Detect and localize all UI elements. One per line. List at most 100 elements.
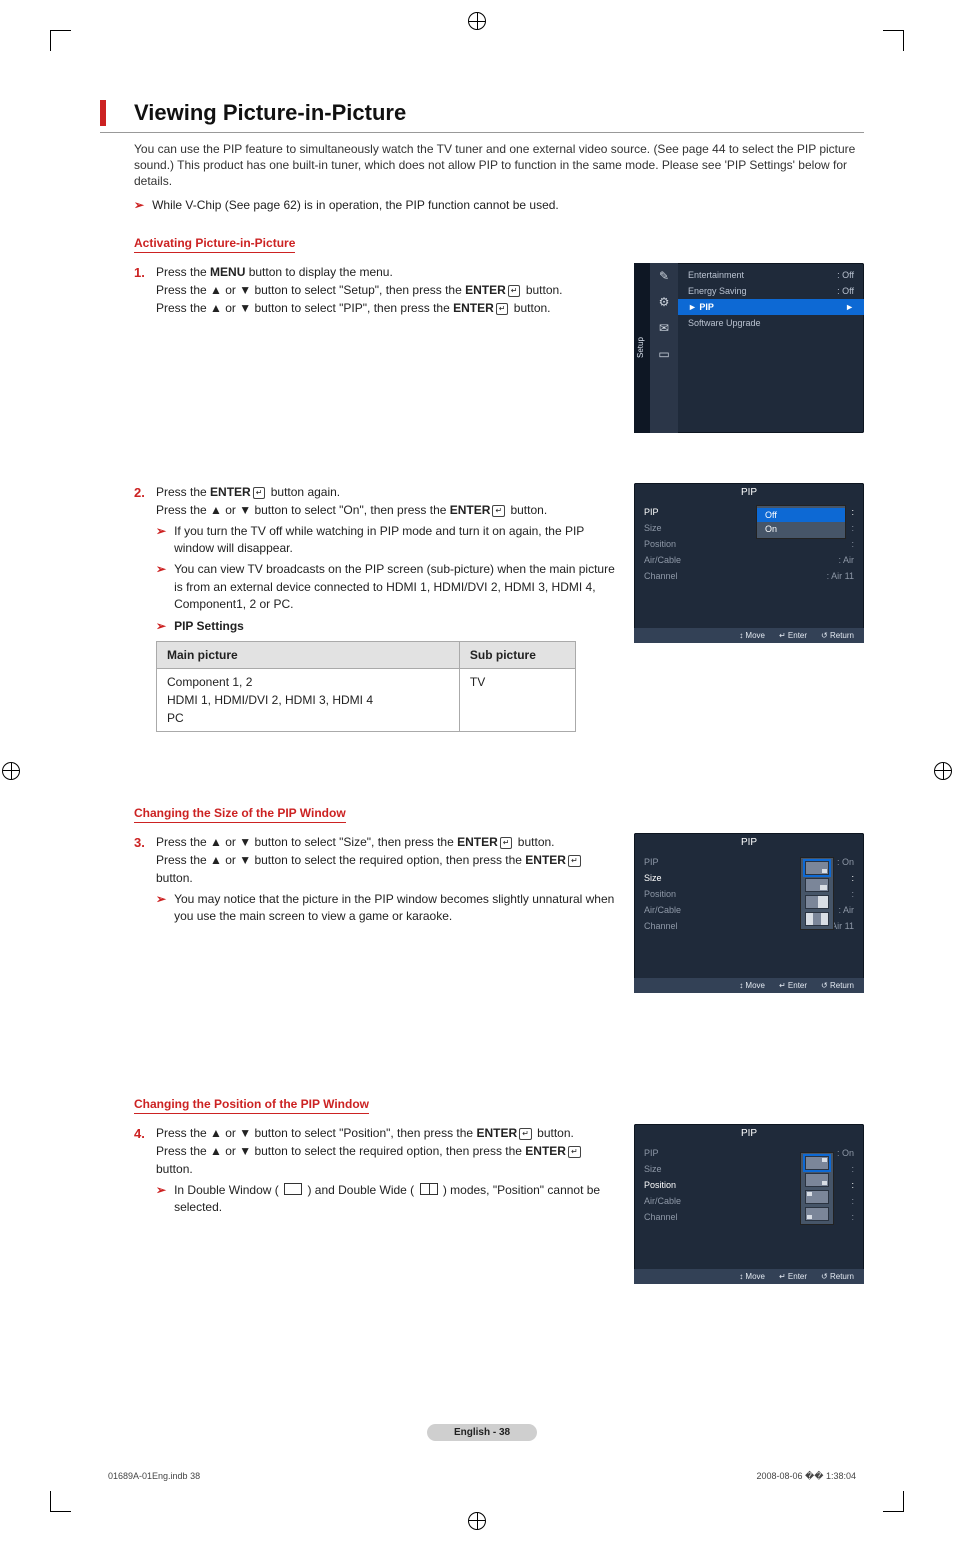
enter-icon: ↵: [519, 1128, 532, 1140]
text: Press the ▲ or ▼ button to select the re…: [156, 1144, 525, 1158]
print-footer: 01689A-01Eng.indb 38 2008-08-06 �� 1:38:…: [108, 1471, 856, 1482]
step4-note: ➢ In Double Window ( ) and Double Wide (…: [156, 1182, 616, 1217]
text: button.: [534, 1126, 574, 1140]
text: button to display the menu.: [245, 265, 392, 279]
osd-row: Entertainment: Off: [686, 267, 856, 283]
table-header-main: Main picture: [157, 641, 460, 668]
step2-note1: ➢If you turn the TV off while watching i…: [156, 523, 616, 558]
subheading-size: Changing the Size of the PIP Window: [134, 806, 346, 823]
menu-label: MENU: [210, 265, 245, 279]
osd-row: Software Upgrade: [686, 315, 856, 331]
text: You may notice that the picture in the P…: [174, 891, 616, 926]
enter-label: ENTER: [450, 503, 491, 517]
step-4: 4. Press the ▲ or ▼ button to select "Po…: [134, 1124, 616, 1178]
osd-popup-position: [800, 1152, 834, 1225]
text: button.: [514, 835, 554, 849]
osd-setup-screenshot: Setup ✎ ⚙ ✉ ▭ Entertainment: Off Energy …: [634, 263, 864, 433]
enter-icon: ↵: [253, 487, 266, 499]
note-bullet-icon: ➢: [134, 198, 144, 212]
text: Press the ▲ or ▼ button to select "PIP",…: [156, 301, 453, 315]
note-bullet-icon: ➢: [156, 561, 166, 613]
text: In Double Window ( ) and Double Wide ( )…: [174, 1182, 616, 1217]
enter-icon: ↵: [500, 837, 513, 849]
enter-icon: ↵: [496, 303, 509, 315]
text: Press the ▲ or ▼ button to select "On", …: [156, 503, 450, 517]
osd-icon: ✉: [659, 321, 669, 335]
position-option: [805, 1156, 829, 1170]
note-bullet-icon: ➢: [156, 1182, 166, 1217]
text: button.: [156, 1162, 193, 1176]
enter-icon: ↵: [568, 855, 581, 867]
text: button.: [522, 283, 562, 297]
osd-popup-size: [800, 857, 834, 930]
note-bullet-icon: ➢: [156, 618, 166, 635]
size-option: [805, 861, 829, 875]
osd-title: PIP: [634, 833, 864, 852]
text: If you turn the TV off while watching in…: [174, 523, 616, 558]
step-3: 3. Press the ▲ or ▼ button to select "Si…: [134, 833, 616, 887]
osd-icon: ▭: [658, 347, 669, 361]
top-note: ➢ While V-Chip (See page 62) is in opera…: [134, 198, 864, 212]
step-number: 3.: [134, 833, 156, 887]
osd-popup-onoff: Off On: [756, 505, 846, 539]
table-cell-sub: TV: [459, 668, 575, 731]
table-header-sub: Sub picture: [459, 641, 575, 668]
osd-option-on: On: [757, 522, 845, 536]
osd-option-off: Off: [757, 508, 845, 522]
osd-row: Channel: Air 11: [644, 568, 854, 584]
step-2: 2. Press the ENTER↵ button again. Press …: [134, 483, 616, 519]
text: Press the ▲ or ▼ button to select "Posit…: [156, 1126, 476, 1140]
text: Press the: [156, 265, 210, 279]
osd-pip-position-screenshot: PIP PIP: On Size: Position: Air/Cable: C…: [634, 1124, 864, 1284]
osd-icon-column: ✎ ⚙ ✉ ▭: [650, 263, 678, 433]
step-number: 4.: [134, 1124, 156, 1178]
osd-row: Energy Saving: Off: [686, 283, 856, 299]
pip-settings-table: Main picture Sub picture Component 1, 2 …: [156, 641, 576, 732]
enter-label: ENTER: [476, 1126, 517, 1140]
top-note-text: While V-Chip (See page 62) is in operati…: [152, 198, 559, 212]
text: button.: [156, 871, 193, 885]
osd-pip-size-screenshot: PIP PIP: On Size: Position: Air/Cable: A…: [634, 833, 864, 993]
title-rule: [100, 132, 864, 133]
step-number: 2.: [134, 483, 156, 519]
osd-title: PIP: [634, 1124, 864, 1143]
text: button.: [510, 301, 550, 315]
note-bullet-icon: ➢: [156, 523, 166, 558]
step3-note: ➢You may notice that the picture in the …: [156, 891, 616, 926]
osd-icon: ⚙: [659, 295, 670, 309]
text: Press the: [156, 485, 210, 499]
text: button.: [507, 503, 547, 517]
osd-footer: ↕ Move ↵ Enter ↺ Return: [634, 628, 864, 643]
manual-page: Viewing Picture-in-Picture You can use t…: [0, 0, 954, 1542]
subheading-activate: Activating Picture-in-Picture: [134, 236, 295, 253]
size-option: [805, 912, 829, 926]
text: PIP Settings: [174, 618, 244, 635]
page-title: Viewing Picture-in-Picture: [100, 100, 864, 126]
footer-right: 2008-08-06 �� 1:38:04: [756, 1471, 856, 1482]
osd-title: PIP: [634, 483, 864, 502]
enter-label: ENTER: [453, 301, 494, 315]
position-option: [805, 1207, 829, 1221]
page-number: English - 38: [427, 1424, 537, 1441]
step-number: 1.: [134, 263, 156, 317]
position-option: [805, 1173, 829, 1187]
step2-note2: ➢You can view TV broadcasts on the PIP s…: [156, 561, 616, 613]
footer-left: 01689A-01Eng.indb 38: [108, 1471, 200, 1482]
osd-sidebar-label: Setup: [634, 263, 650, 433]
osd-row: Air/Cable: Air: [644, 552, 854, 568]
enter-label: ENTER: [525, 1144, 566, 1158]
enter-label: ENTER: [210, 485, 251, 499]
enter-label: ENTER: [465, 283, 506, 297]
position-option: [805, 1190, 829, 1204]
double-window-icon: [284, 1183, 302, 1195]
size-option: [805, 878, 829, 892]
enter-icon: ↵: [492, 505, 505, 517]
enter-icon: ↵: [508, 285, 521, 297]
intro-paragraph: You can use the PIP feature to simultane…: [134, 141, 864, 190]
table-cell-main: Component 1, 2 HDMI 1, HDMI/DVI 2, HDMI …: [157, 668, 460, 731]
size-option: [805, 895, 829, 909]
subheading-position: Changing the Position of the PIP Window: [134, 1097, 369, 1114]
osd-footer: ↕ Move ↵ Enter ↺ Return: [634, 1269, 864, 1284]
text: Press the ▲ or ▼ button to select the re…: [156, 853, 525, 867]
osd-row-highlight: ► PIP►: [678, 299, 864, 315]
